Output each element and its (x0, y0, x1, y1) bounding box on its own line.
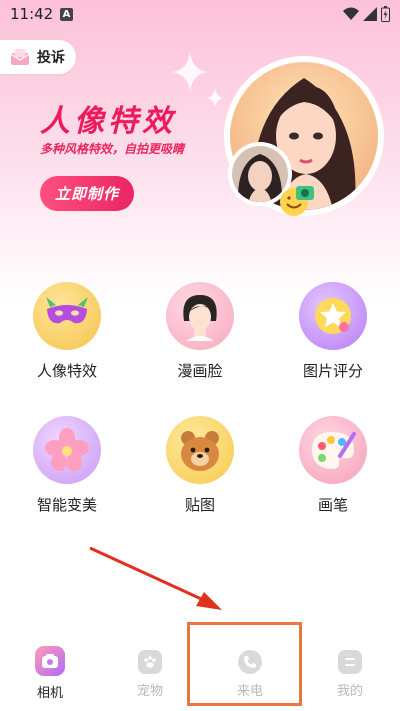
nav-pet[interactable]: 宠物 (110, 650, 190, 699)
camera-icon (35, 646, 65, 676)
nav-label: 宠物 (136, 684, 163, 699)
nav-camera[interactable]: 相机 (10, 646, 90, 701)
paw-icon (138, 650, 162, 674)
highlight-box (187, 622, 302, 706)
nav-label: 我的 (336, 684, 363, 699)
profile-icon (338, 650, 362, 674)
nav-mine[interactable]: 我的 (310, 650, 390, 699)
nav-label: 相机 (36, 686, 63, 701)
annotation-arrow (89, 546, 222, 610)
